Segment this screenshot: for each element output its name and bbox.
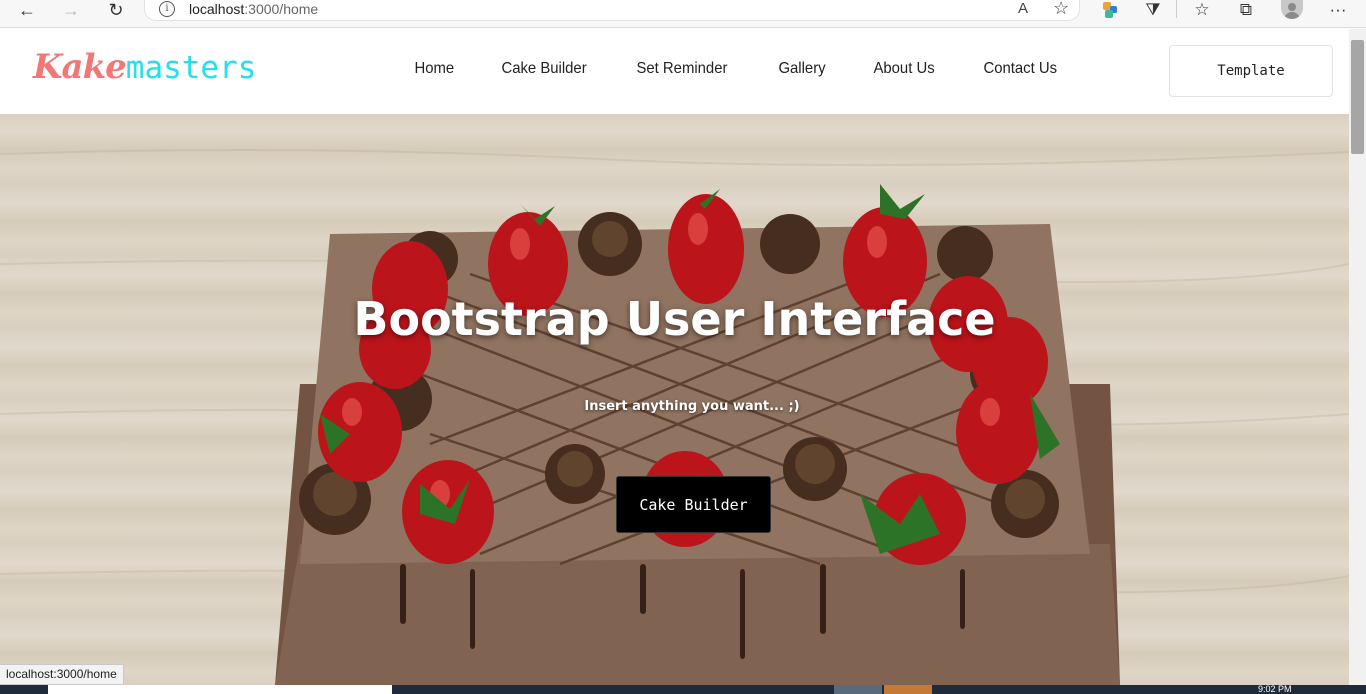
forward-icon[interactable]: → — [56, 0, 86, 20]
page-scrollbar-thumb[interactable] — [1351, 40, 1364, 154]
taskbar-search-box[interactable] — [48, 685, 392, 694]
nav-cake-builder[interactable]: Cake Builder — [481, 60, 607, 78]
nav-contact-us[interactable]: Contact Us — [963, 60, 1078, 78]
favorites-icon[interactable]: ☆ — [1188, 0, 1216, 21]
hero-title: Bootstrap User Interface — [353, 292, 996, 346]
read-aloud-icon[interactable]: A — [1018, 0, 1028, 17]
address-bar[interactable]: i localhost:3000/home A ☆ — [144, 0, 1080, 21]
taskbar-app-button[interactable] — [884, 685, 932, 694]
url-text[interactable]: localhost:3000/home — [189, 1, 318, 17]
taskbar-clock: 9:02 PM — [1258, 684, 1292, 694]
cake-builder-button[interactable]: Cake Builder — [616, 476, 771, 533]
profile-avatar[interactable] — [1281, 0, 1303, 19]
hero-subtitle: Insert anything you want... ;) — [584, 399, 800, 414]
hero-section: Bootstrap User Interface Insert anything… — [0, 114, 1349, 685]
back-icon[interactable]: ← — [12, 0, 42, 20]
copilot-icon[interactable] — [1096, 0, 1124, 21]
browser-toolbar: ← → ↻ i localhost:3000/home A ☆ ⧩ ☆ ⧉ ··… — [0, 0, 1366, 28]
main-menu: Home Cake Builder Set Reminder Gallery A… — [394, 60, 1086, 78]
nav-set-reminder[interactable]: Set Reminder — [616, 60, 748, 78]
collections-icon[interactable]: ⧉ — [1232, 0, 1260, 21]
os-taskbar: 9:02 PM — [0, 685, 1366, 694]
extensions-icon[interactable]: ⧩ — [1139, 0, 1167, 21]
nav-home[interactable]: Home — [394, 60, 475, 78]
site-navbar: Kake masters Home Cake Builder Set Remin… — [0, 29, 1349, 114]
more-menu-icon[interactable]: ··· — [1324, 0, 1352, 21]
nav-about-us[interactable]: About Us — [853, 60, 955, 78]
url-path: :3000/home — [244, 1, 319, 17]
nav-gallery[interactable]: Gallery — [758, 60, 846, 78]
template-button[interactable]: Template — [1169, 45, 1333, 97]
status-link-preview: localhost:3000/home — [0, 664, 124, 685]
info-icon[interactable]: i — [159, 1, 175, 17]
brand-logo-part1: Kake — [33, 47, 127, 87]
add-favorite-icon[interactable]: ☆ — [1053, 0, 1069, 19]
brand-logo[interactable]: Kake masters — [33, 47, 256, 87]
url-host: localhost — [189, 1, 245, 17]
brand-logo-part2: masters — [125, 50, 257, 86]
taskbar-app-button[interactable] — [834, 685, 882, 694]
refresh-icon[interactable]: ↻ — [101, 0, 131, 20]
toolbar-divider — [1176, 0, 1177, 18]
